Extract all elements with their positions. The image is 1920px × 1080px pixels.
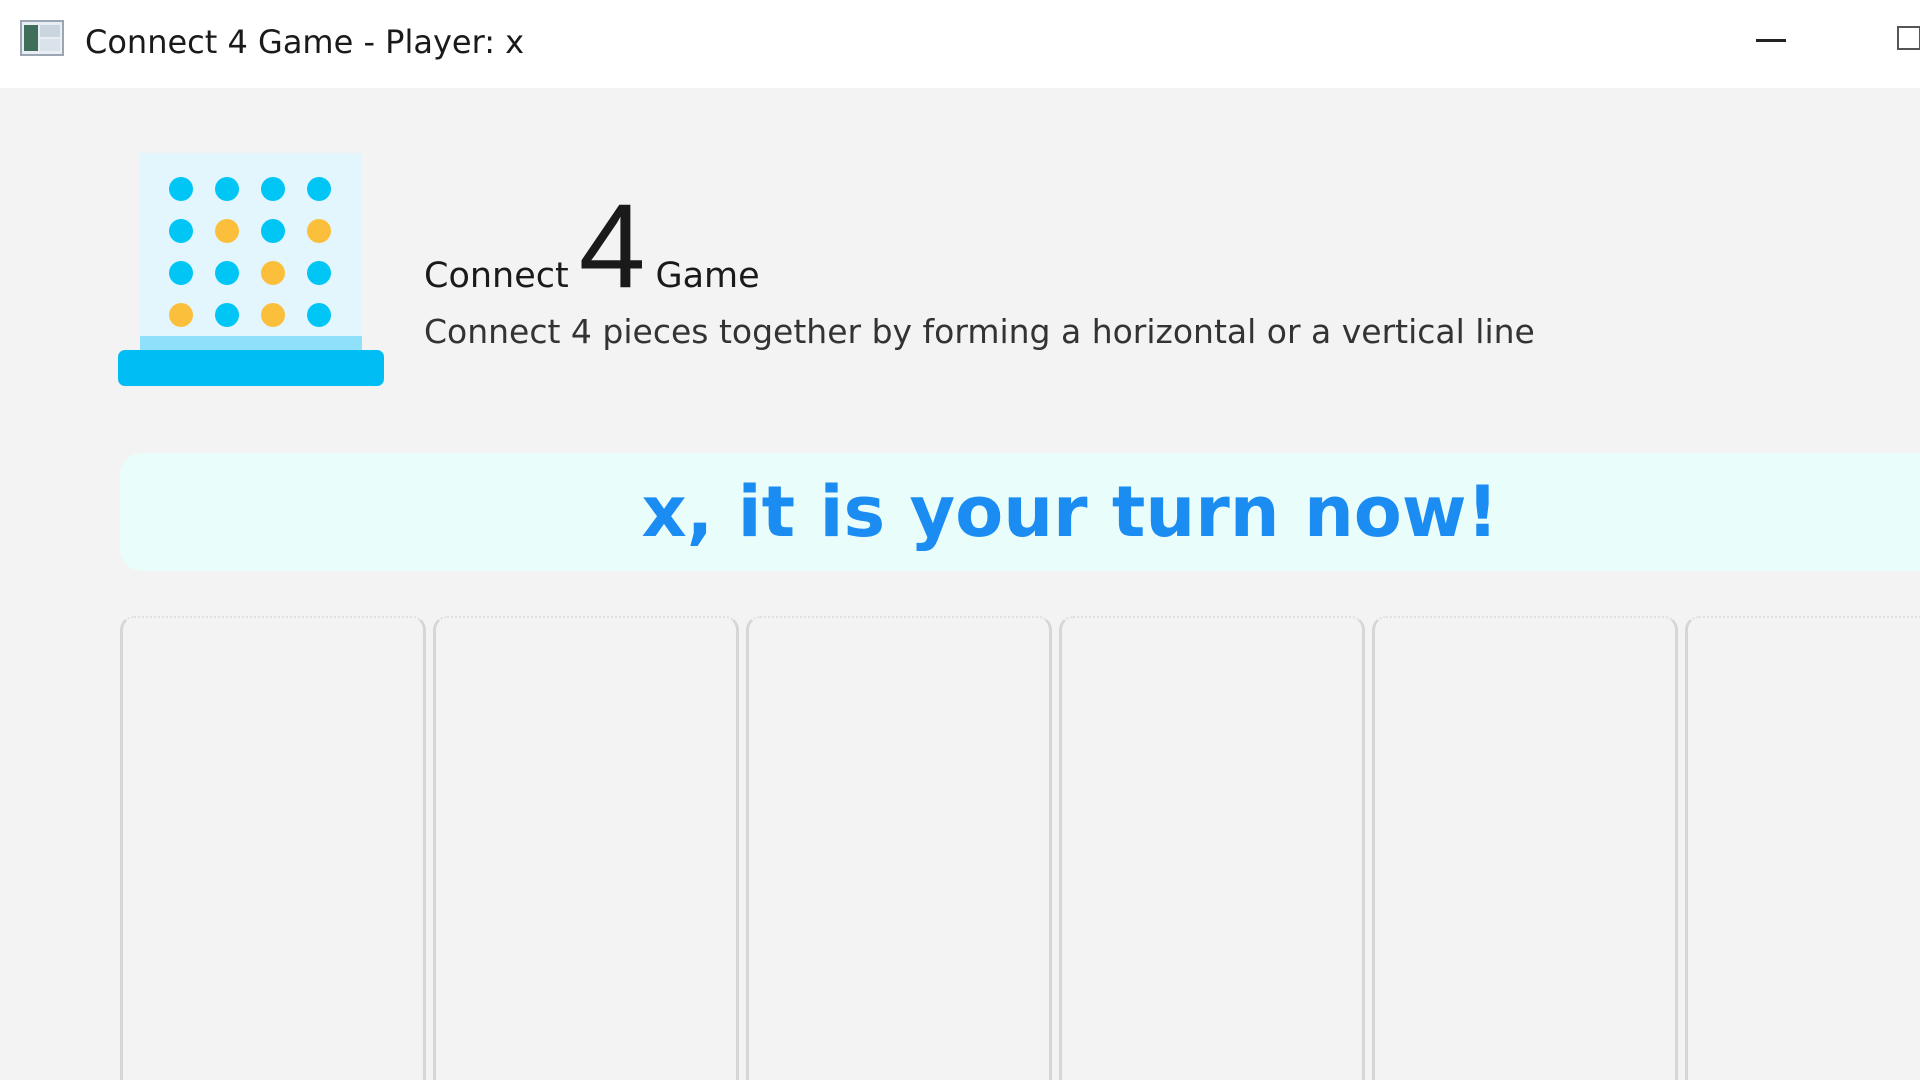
logo-dot (261, 303, 285, 327)
board-column-5[interactable] (1372, 616, 1678, 1080)
logo-dot (169, 303, 193, 327)
logo-dot (307, 177, 331, 201)
board-column-2[interactable] (433, 616, 739, 1080)
logo-dot (169, 261, 193, 285)
logo-dot (261, 261, 285, 285)
maximize-icon (1897, 26, 1920, 50)
game-board (120, 616, 1920, 1080)
logo-dot (215, 261, 239, 285)
logo-dot (307, 261, 331, 285)
logo-dot (261, 177, 285, 201)
board-column-6[interactable] (1685, 616, 1920, 1080)
logo-dot (307, 303, 331, 327)
logo-dot (169, 219, 193, 243)
window-title: Connect 4 Game - Player: x (85, 23, 525, 61)
minimize-button[interactable] (1735, 10, 1805, 70)
turn-status-banner: x, it is your turn now! (120, 453, 1920, 571)
turn-status-message: x, it is your turn now! (641, 471, 1499, 553)
logo-dot (261, 219, 285, 243)
board-column-1[interactable] (120, 616, 426, 1080)
game-subtitle: Connect 4 pieces together by forming a h… (424, 312, 1535, 351)
heading-number: 4 (578, 179, 646, 313)
board-column-3[interactable] (746, 616, 1052, 1080)
logo-dot (215, 303, 239, 327)
minimize-icon (1756, 39, 1786, 42)
logo-dot (169, 177, 193, 201)
heading-game: Game (655, 256, 760, 296)
connect-four-board-icon (118, 153, 384, 386)
board-column-4[interactable] (1059, 616, 1365, 1080)
title-bar: Connect 4 Game - Player: x (0, 0, 1920, 88)
logo-dot (215, 219, 239, 243)
logo-dot (215, 177, 239, 201)
logo-dot (307, 219, 331, 243)
heading-connect: Connect (424, 256, 569, 296)
app-window: Connect 4 Game - Player: x Connect4 Game … (0, 0, 1920, 1080)
maximize-button[interactable] (1880, 10, 1920, 70)
game-heading: Connect4 Game (424, 186, 760, 306)
app-window-icon (20, 20, 64, 56)
